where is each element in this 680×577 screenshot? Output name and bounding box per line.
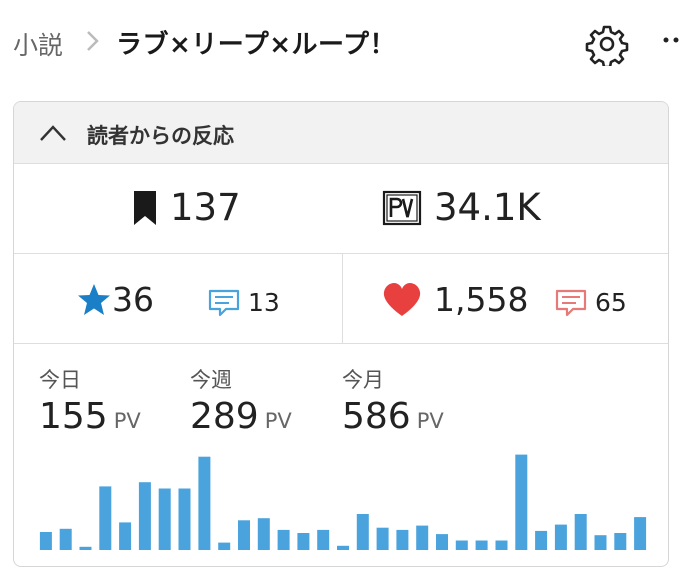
- pv-bar: [198, 456, 211, 550]
- star-comment-count: 13: [248, 288, 280, 317]
- pv-bar: [376, 527, 389, 550]
- pv-bar: [277, 529, 290, 550]
- panel-header[interactable]: 読者からの反応: [14, 102, 668, 164]
- bookmark-stat: 137: [132, 186, 241, 229]
- top-bar: 小説 ラブ×リープ×ループ！: [0, 0, 680, 86]
- reactions-panel: 読者からの反応 137 34.1K 36 13 1,558 65 今日 155 …: [13, 101, 669, 567]
- pv-unit: PV: [113, 409, 141, 433]
- pv-month-label: 今月: [342, 368, 384, 392]
- pv-bar: [436, 534, 448, 550]
- pv-bar: [337, 545, 349, 550]
- pv-bar: [257, 518, 270, 550]
- pv-bar: [297, 533, 310, 550]
- pv-bar: [158, 488, 171, 550]
- page-title: ラブ×リープ×ループ！: [116, 30, 396, 60]
- daily-pv-bar-chart: [39, 454, 647, 550]
- pv-month: 今月 586 PV: [342, 364, 444, 437]
- pv-bar: [79, 546, 92, 550]
- pv-bar: [317, 529, 330, 550]
- pv-bar: [554, 524, 567, 550]
- pv-week: 今週 289 PV: [190, 364, 292, 437]
- star-icon: [78, 283, 110, 315]
- pv-bar: [535, 530, 548, 550]
- star-stat: 36: [76, 280, 154, 319]
- pv-week-label: 今週: [190, 368, 232, 392]
- pageview-total-stat: 34.1K: [382, 186, 541, 229]
- pv-bar: [634, 517, 647, 550]
- heart-icon: [383, 282, 421, 316]
- heart-stat: 1,558: [382, 280, 528, 319]
- panel-title: 読者からの反応: [87, 124, 234, 148]
- reactions-row: 36 13 1,558 65: [14, 254, 668, 344]
- pv-bar: [218, 542, 231, 550]
- heart-count: 1,558: [434, 280, 529, 319]
- pv-today-label: 今日: [39, 368, 81, 392]
- pv-bar: [475, 540, 488, 550]
- pv-today-value: 155: [39, 396, 108, 437]
- pv-bar: [119, 522, 132, 550]
- pv-unit: PV: [264, 409, 292, 433]
- pv-bar: [356, 514, 369, 550]
- pv-bar: [614, 533, 627, 550]
- pv-bar: [396, 529, 409, 550]
- pv-unit: PV: [416, 409, 444, 433]
- more-icon[interactable]: [660, 30, 680, 50]
- pv-bar: [99, 486, 112, 550]
- bookmark-icon: [134, 190, 156, 225]
- pageview-total: 34.1K: [434, 186, 541, 229]
- chevron-right-icon: [87, 31, 99, 51]
- totals-row: 137 34.1K: [14, 164, 668, 254]
- star-comment-stat: 13: [208, 288, 280, 317]
- pv-bar: [238, 520, 250, 550]
- pv-week-value: 289: [190, 396, 259, 437]
- pv-today: 今日 155 PV: [39, 364, 141, 437]
- pv-bar: [455, 540, 468, 550]
- pv-bar: [138, 482, 151, 550]
- pv-icon: [382, 190, 422, 225]
- pv-bar: [574, 514, 587, 550]
- pv-bar: [416, 525, 429, 550]
- comment-icon: [555, 289, 587, 316]
- bookmark-count: 137: [170, 186, 241, 229]
- pv-bar: [178, 488, 191, 550]
- pv-bar: [59, 528, 72, 550]
- pv-bar: [515, 454, 528, 550]
- pv-bar: [39, 532, 52, 550]
- comment-icon: [208, 289, 240, 316]
- chevron-up-icon[interactable]: [38, 122, 68, 144]
- pv-bar: [495, 540, 508, 550]
- pv-month-value: 586: [342, 396, 411, 437]
- pageview-section: 今日 155 PV 今週 289 PV 今月 586 PV: [14, 344, 668, 566]
- heart-comment-stat: 65: [555, 288, 627, 317]
- gear-icon[interactable]: [585, 22, 629, 66]
- breadcrumb-parent[interactable]: 小説: [13, 26, 63, 62]
- star-count: 36: [112, 280, 154, 319]
- heart-comment-count: 65: [595, 288, 627, 317]
- divider: [342, 254, 343, 344]
- pv-bar: [594, 535, 607, 550]
